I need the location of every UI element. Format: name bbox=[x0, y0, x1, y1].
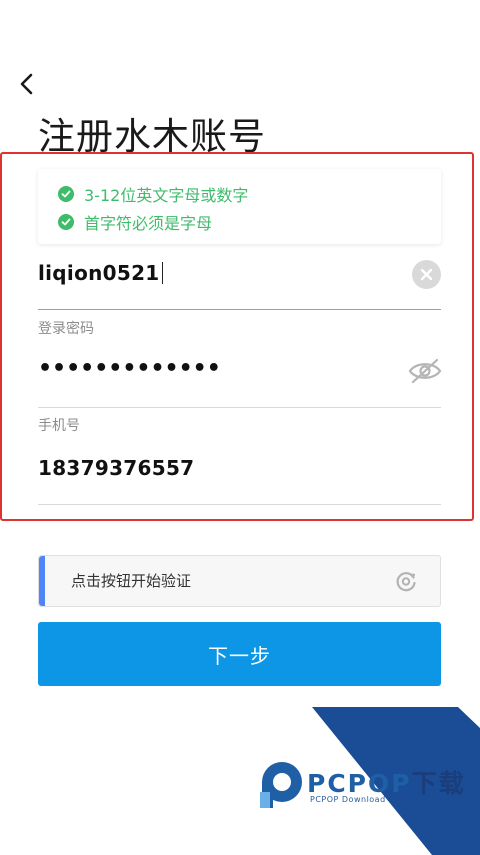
password-visibility-toggle[interactable] bbox=[408, 356, 442, 386]
hint-text: 首字符必须是字母 bbox=[84, 214, 213, 233]
hint-row: 首字符必须是字母 bbox=[58, 211, 212, 233]
back-button[interactable] bbox=[14, 70, 42, 98]
password-label: 登录密码 bbox=[38, 321, 94, 337]
captcha-verify-button[interactable]: 点击按钮开始验证 bbox=[38, 555, 441, 607]
close-icon bbox=[420, 268, 433, 281]
check-circle-icon bbox=[58, 186, 74, 202]
username-hint-card: 3-12位英文字母或数字 首字符必须是字母 bbox=[38, 169, 441, 244]
register-page: 注册水木账号 3-12位英文字母或数字 首字符必须是字母 liqion0521 … bbox=[0, 0, 480, 855]
refresh-captcha-icon bbox=[396, 572, 416, 592]
hint-row: 3-12位英文字母或数字 bbox=[58, 183, 248, 205]
text-cursor bbox=[161, 262, 163, 284]
eye-off-icon bbox=[408, 358, 442, 384]
password-input[interactable]: ••••••••••••• bbox=[38, 356, 221, 381]
hint-text: 3-12位英文字母或数字 bbox=[84, 186, 249, 205]
watermark-brand-main: PCPOP bbox=[307, 769, 412, 798]
watermark-brand-suffix: 下载 bbox=[411, 769, 466, 798]
phone-label: 手机号 bbox=[38, 418, 80, 434]
username-input[interactable]: liqion0521 bbox=[38, 261, 163, 285]
verify-label: 点击按钮开始验证 bbox=[71, 572, 192, 590]
watermark-subtitle: PCPOP Download bbox=[310, 795, 386, 804]
clear-input-button[interactable] bbox=[412, 260, 441, 289]
chevron-left-icon bbox=[20, 73, 33, 95]
username-value: liqion0521 bbox=[38, 261, 160, 285]
check-circle-icon bbox=[58, 214, 74, 230]
next-step-button[interactable]: 下一步 bbox=[38, 622, 441, 686]
pcpop-logo-icon bbox=[260, 762, 302, 808]
phone-input[interactable]: 18379376557 bbox=[38, 456, 194, 480]
verify-accent-bar bbox=[39, 556, 45, 606]
